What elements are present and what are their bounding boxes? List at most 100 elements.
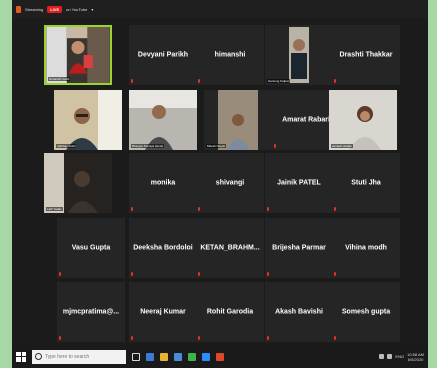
participant-tile-t15[interactable]: Stuti Jha	[332, 153, 400, 213]
muted-mic-icon	[198, 336, 200, 340]
search-icon	[35, 353, 42, 360]
stream-destination[interactable]: on YouTube	[66, 7, 87, 12]
participant-caption: Mitesh Nayak	[206, 144, 227, 148]
muted-mic-icon	[334, 79, 336, 83]
muted-mic-icon	[267, 207, 269, 211]
clock-date: 6/5/2020	[407, 356, 424, 362]
video-feed	[265, 25, 333, 85]
muted-mic-icon	[59, 336, 61, 340]
participant-name: Jainik PATEL	[277, 179, 321, 187]
participant-name: Deeksha Bordoloi	[133, 244, 193, 252]
search-input[interactable]	[45, 353, 125, 360]
participant-name: Rohit Garodia	[206, 308, 254, 316]
video-feed	[329, 90, 397, 150]
participant-name: Akash Bavishi	[275, 308, 323, 316]
participant-tile-t24[interactable]: Akash Bavishi	[265, 282, 333, 342]
participant-name: Vasu Gupta	[71, 244, 111, 252]
participant-caption: Harsung Kalpal	[267, 79, 290, 83]
muted-mic-icon	[198, 207, 200, 211]
zoom-window: Himanshi Joshi Devyani Parikh himanshi H…	[12, 0, 428, 368]
volume-icon[interactable]	[387, 354, 393, 359]
video-feed	[204, 90, 272, 150]
muted-mic-icon	[131, 207, 133, 211]
streaming-bar: Streaming LIVE on YouTube ▾	[12, 0, 428, 18]
muted-mic-icon	[59, 272, 61, 276]
streaming-label: Streaming	[25, 6, 44, 12]
muted-mic-icon	[131, 336, 133, 340]
participant-name: Neeraj Kumar	[140, 308, 186, 316]
participant-caption: Vaibhav Joshi	[56, 144, 77, 148]
participant-tile-t8[interactable]: Mitesh Nayak	[204, 90, 272, 150]
taskbar-search[interactable]	[32, 349, 126, 364]
edge-icon[interactable]	[146, 352, 154, 361]
system-tray: ENG 10:58 AM 6/5/2020	[379, 352, 428, 362]
muted-mic-icon	[267, 336, 269, 340]
participant-tile-t18[interactable]: KETAN_BRAHM...	[196, 218, 264, 278]
participant-name: himanshi	[214, 51, 246, 59]
muted-mic-icon	[334, 336, 336, 340]
muted-mic-icon	[131, 272, 133, 276]
recording-icon	[16, 5, 21, 13]
participant-tile-t1[interactable]: Himanshi Joshi	[44, 25, 112, 85]
participant-tile-t4[interactable]: Harsung Kalpal	[265, 25, 333, 85]
participant-name: shivangi	[215, 179, 245, 187]
windows-taskbar: ENG 10:58 AM 6/5/2020	[12, 345, 428, 368]
muted-mic-icon	[198, 79, 200, 83]
participant-tile-t19[interactable]: Brijesha Parmar	[265, 218, 333, 278]
participant-tile-t3[interactable]: himanshi	[196, 25, 264, 85]
clock[interactable]: 10:58 AM 6/5/2020	[407, 352, 424, 362]
windows-start-icon[interactable]	[16, 351, 26, 362]
video-feed	[129, 90, 197, 150]
participant-name: Devyani Parikh	[137, 51, 189, 59]
participant-grid: Himanshi Joshi Devyani Parikh himanshi H…	[12, 0, 428, 345]
participant-caption: Himanshi Joshi	[48, 77, 71, 81]
participant-name: monika	[150, 179, 176, 187]
muted-mic-icon	[334, 207, 336, 211]
participant-tile-t16[interactable]: Vasu Gupta	[57, 218, 125, 278]
participant-tile-t17[interactable]: Deeksha Bordoloi	[129, 218, 197, 278]
participant-name: mjmcpratima@...	[62, 308, 120, 316]
participant-tile-t21[interactable]: mjmcpratima@...	[57, 282, 125, 342]
participant-tile-t25[interactable]: Somesh gupta	[332, 282, 400, 342]
participant-name: Brijesha Parmar	[272, 244, 326, 252]
chevron-down-icon[interactable]: ▾	[91, 7, 93, 12]
participant-tile-t12[interactable]: monika	[129, 153, 197, 213]
participant-tile-t5[interactable]: Drashti Thakkar	[332, 25, 400, 85]
app-icon[interactable]	[216, 352, 224, 361]
participant-tile-t20[interactable]: Vihina modh	[332, 218, 400, 278]
participant-caption: Lalit Yadav	[46, 207, 63, 211]
participant-name: Somesh gupta	[341, 308, 391, 316]
participant-name: KETAN_BRAHM...	[200, 244, 260, 252]
participant-caption: Bhargav Pandya (Host)	[131, 144, 165, 148]
video-feed	[54, 90, 122, 150]
participant-tile-t10[interactable]: avinash shelke	[329, 90, 397, 150]
muted-mic-icon	[198, 272, 200, 276]
muted-mic-icon	[334, 272, 336, 276]
participant-tile-t7[interactable]: Bhargav Pandya (Host)	[129, 90, 197, 150]
network-icon[interactable]	[379, 354, 385, 359]
participant-name: Vihina modh	[345, 244, 387, 252]
language-indicator[interactable]: ENG	[395, 354, 404, 359]
participant-tile-t13[interactable]: shivangi	[196, 153, 264, 213]
participant-tile-t14[interactable]: Jainik PATEL	[265, 153, 333, 213]
participant-caption: avinash shelke	[331, 144, 353, 148]
video-feed	[46, 27, 110, 83]
zoom-icon[interactable]	[202, 352, 210, 361]
participant-tile-t2[interactable]: Devyani Parikh	[129, 25, 197, 85]
video-feed	[44, 153, 112, 213]
participant-name: Stuti Jha	[351, 179, 381, 187]
store-icon[interactable]	[174, 352, 182, 361]
chrome-icon[interactable]	[188, 352, 196, 361]
participant-name: Drashti Thakkar	[339, 51, 393, 59]
participant-tile-t6[interactable]: Vaibhav Joshi	[54, 90, 122, 150]
file-explorer-icon[interactable]	[160, 352, 168, 361]
clock-time: 10:58 AM	[407, 351, 424, 357]
task-view-icon[interactable]	[132, 352, 140, 361]
participant-tile-t23[interactable]: Rohit Garodia	[196, 282, 264, 342]
muted-mic-icon	[131, 79, 133, 83]
live-badge: LIVE	[47, 5, 63, 13]
muted-mic-icon	[267, 272, 269, 276]
muted-mic-icon	[274, 144, 276, 148]
participant-tile-t22[interactable]: Neeraj Kumar	[129, 282, 197, 342]
participant-tile-t11[interactable]: Lalit Yadav	[44, 153, 112, 213]
